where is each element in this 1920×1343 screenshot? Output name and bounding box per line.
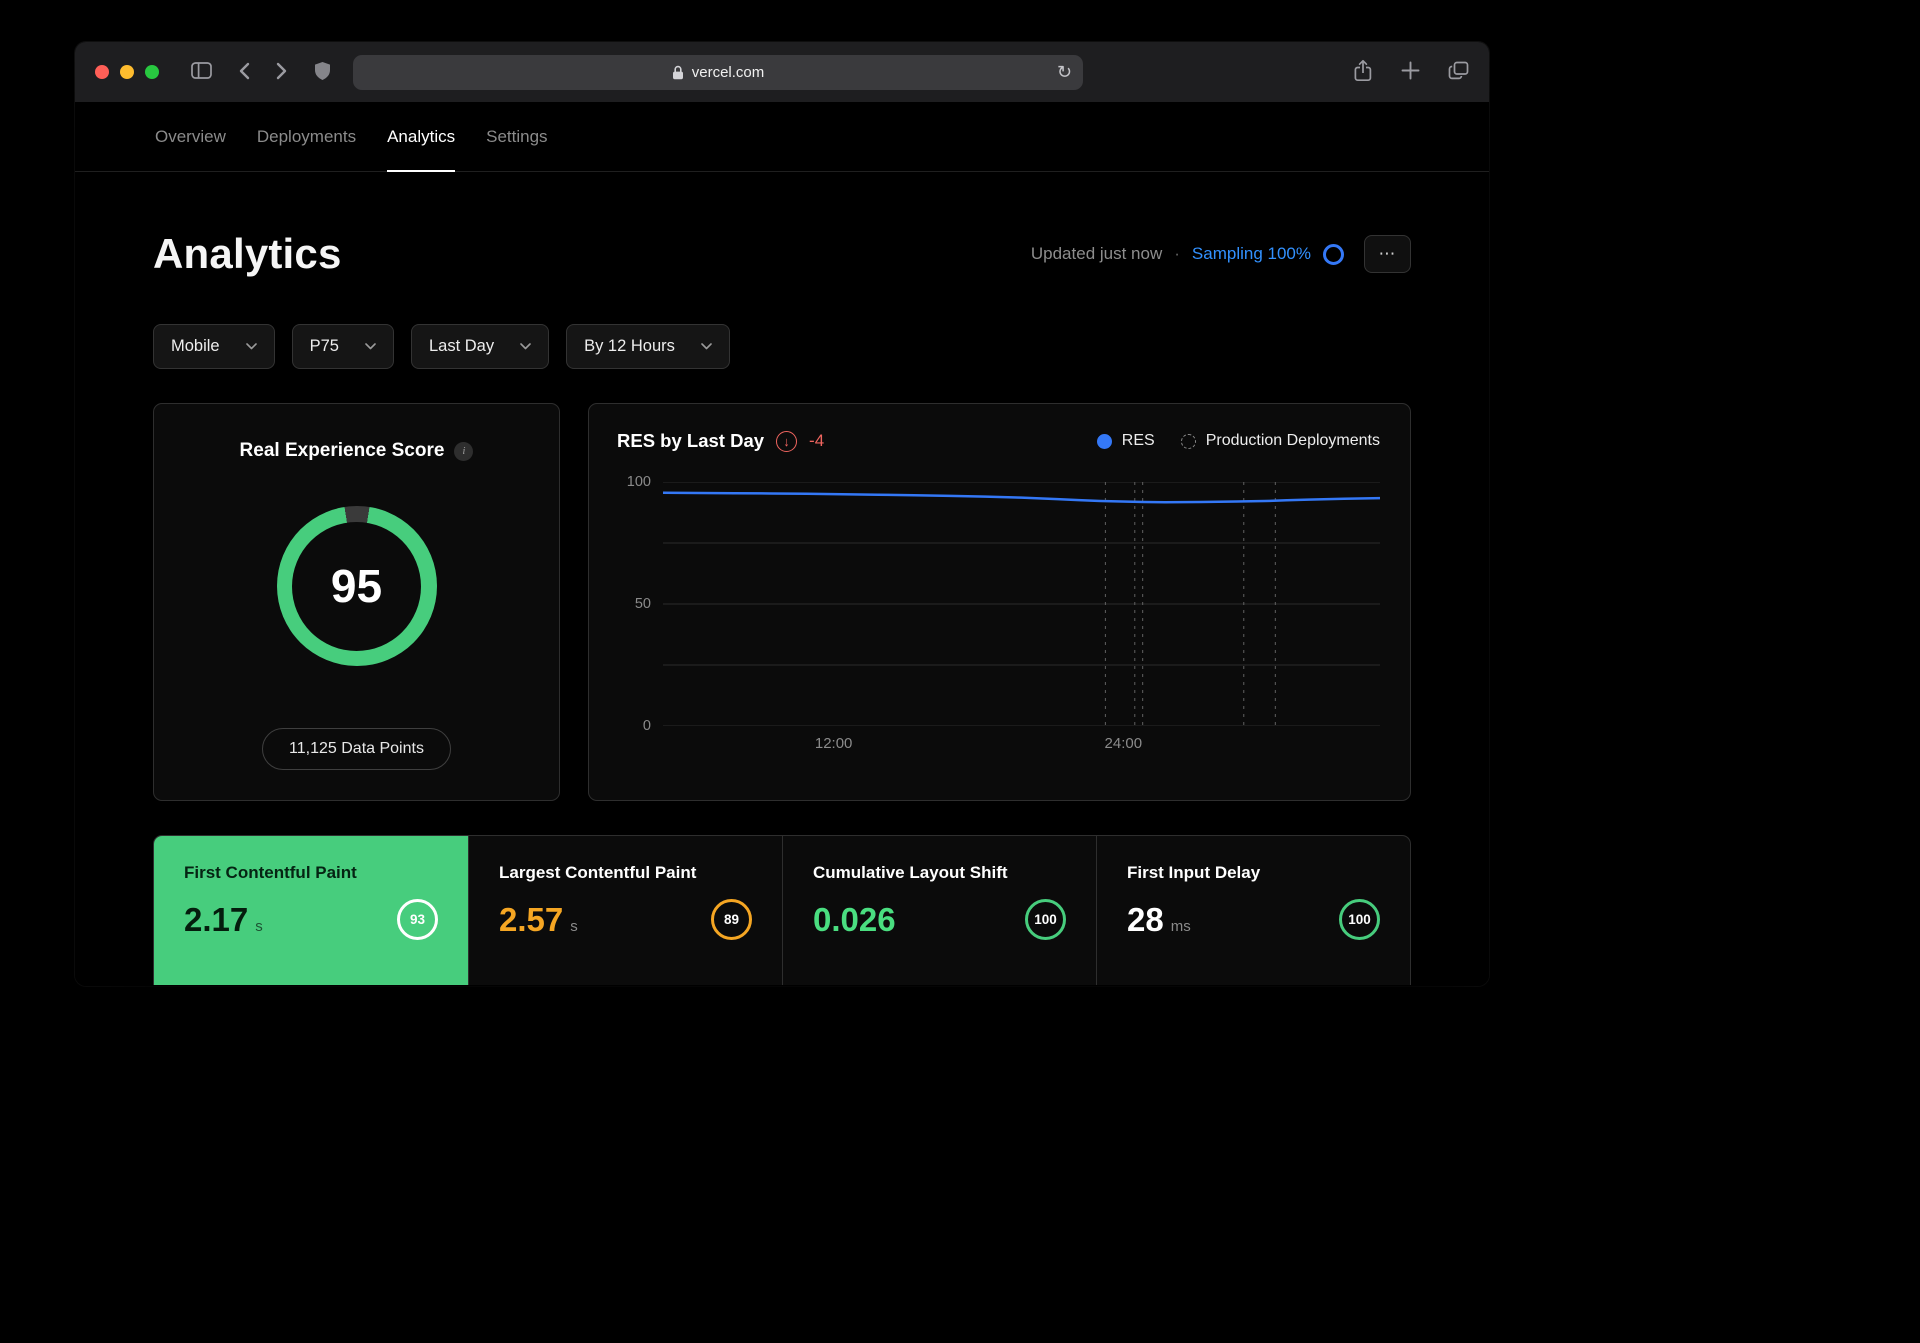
tab-deployments[interactable]: Deployments	[257, 102, 356, 171]
arrow-down-circle-icon: ↓	[776, 430, 798, 452]
chevron-down-icon	[701, 343, 712, 350]
separator-dot: ·	[1174, 244, 1180, 263]
info-icon[interactable]: i	[454, 441, 474, 461]
back-button[interactable]	[238, 62, 250, 83]
address-bar[interactable]: vercel.com ↻	[353, 54, 1083, 90]
zoom-window-button[interactable]	[145, 65, 159, 79]
sidebar-icon	[191, 62, 212, 82]
res-card-title: Real Experience Score	[239, 440, 445, 461]
metric-value: 0.026	[813, 900, 896, 938]
percentile-filter-dropdown[interactable]: P75	[291, 324, 394, 369]
page-body: Overview Deployments Analytics Settings …	[75, 102, 1489, 986]
tab-overview-button[interactable]	[1448, 61, 1469, 83]
metric-card-cumulative-layout-shift[interactable]: Cumulative Layout Shift 0.026 100	[782, 836, 1096, 985]
toolbar-right-icons	[1353, 59, 1469, 85]
res-chart-plot-area: 100 50 0 12:00 24:00	[617, 474, 1380, 752]
chevron-down-icon	[245, 343, 257, 350]
new-tab-button[interactable]	[1401, 61, 1420, 83]
metric-card-first-contentful-paint[interactable]: First Contentful Paint 2.17 s 93	[154, 836, 468, 985]
more-options-button[interactable]: ⋯	[1364, 235, 1411, 273]
metric-title: Largest Contentful Paint	[499, 863, 697, 882]
metric-score-badge: 100	[1025, 899, 1066, 940]
tab-overview[interactable]: Overview	[155, 102, 226, 171]
metric-score-badge: 100	[1339, 899, 1380, 940]
analytics-content: Analytics Updated just now · Sampling 10…	[75, 172, 1489, 985]
metric-title: First Contentful Paint	[184, 863, 357, 882]
metric-unit: s	[255, 917, 263, 935]
page-title: Analytics	[153, 230, 342, 277]
chevron-right-icon	[276, 62, 288, 83]
sampling-link[interactable]: Sampling 100%	[1192, 244, 1311, 264]
updated-status: Updated just now	[1030, 244, 1163, 263]
deployments-legend-dot-icon	[1180, 433, 1196, 449]
reload-button[interactable]: ↻	[1057, 63, 1072, 81]
res-chart-card: RES by Last Day ↓ -4 RES Production Depl…	[588, 403, 1411, 801]
res-legend-dot-icon	[1096, 433, 1112, 449]
metric-score-badge: 93	[397, 899, 438, 940]
url-text: vercel.com	[691, 63, 765, 81]
metric-unit: s	[570, 917, 578, 935]
browser-toolbar: vercel.com ↻	[75, 42, 1489, 102]
x-axis-tick: 12:00	[814, 735, 853, 752]
sidebar-toggle-button[interactable]	[191, 62, 212, 82]
date-range-filter-dropdown[interactable]: Last Day	[410, 324, 550, 369]
traffic-lights	[95, 65, 159, 79]
plus-icon	[1401, 61, 1420, 83]
minimize-window-button[interactable]	[120, 65, 134, 79]
metric-title: First Input Delay	[1127, 863, 1261, 882]
privacy-report-button[interactable]	[314, 61, 331, 84]
y-axis-tick: 0	[642, 718, 651, 734]
y-axis-tick: 50	[634, 596, 651, 612]
share-icon	[1353, 59, 1373, 85]
tabs-icon	[1448, 61, 1469, 83]
percentile-filter-value: P75	[309, 337, 339, 355]
tab-analytics[interactable]: Analytics	[387, 102, 456, 172]
filters-row: Mobile P75 Last Day By 12 Hours	[153, 324, 1411, 369]
res-score-gauge: 95	[276, 506, 437, 666]
forward-button[interactable]	[276, 62, 288, 83]
interval-filter-value: By 12 Hours	[584, 337, 675, 355]
legend-res-label: RES	[1121, 432, 1155, 449]
res-delta-value: -4	[809, 431, 825, 450]
tab-settings[interactable]: Settings	[486, 102, 547, 171]
lock-icon	[672, 65, 684, 80]
metric-value: 2.17	[184, 900, 249, 938]
chevron-down-icon	[365, 343, 376, 350]
data-points-pill: 11,125 Data Points	[262, 728, 451, 770]
site-nav: Overview Deployments Analytics Settings	[75, 102, 1489, 172]
close-window-button[interactable]	[95, 65, 109, 79]
chart-title: RES by Last Day	[617, 430, 765, 451]
res-score-value: 95	[330, 560, 383, 612]
metric-value: 28	[1127, 900, 1164, 938]
interval-filter-dropdown[interactable]: By 12 Hours	[566, 324, 730, 369]
chart-legend: RES Production Deployments	[1096, 432, 1380, 450]
share-button[interactable]	[1353, 59, 1373, 85]
metric-card-largest-contentful-paint[interactable]: Largest Contentful Paint 2.57 s 89	[468, 836, 782, 985]
web-vitals-row: First Contentful Paint 2.17 s 93 Largest…	[153, 835, 1411, 985]
metric-value: 2.57	[499, 900, 564, 938]
sampling-progress-ring	[1323, 243, 1344, 265]
shield-icon	[314, 61, 331, 84]
metric-card-first-input-delay[interactable]: First Input Delay 28 ms 100	[1096, 836, 1410, 985]
res-score-gauge-inner: 95	[292, 521, 421, 651]
chevron-down-icon	[520, 343, 531, 350]
metric-title: Cumulative Layout Shift	[813, 863, 1008, 882]
device-filter-dropdown[interactable]: Mobile	[153, 324, 275, 369]
x-axis-tick: 24:00	[1104, 735, 1143, 752]
device-filter-value: Mobile	[171, 337, 220, 355]
res-line-chart	[663, 482, 1380, 726]
metric-unit: ms	[1170, 917, 1191, 935]
legend-deployments-label: Production Deployments	[1205, 432, 1380, 449]
metric-score-badge: 89	[711, 899, 752, 940]
y-axis-tick: 100	[626, 474, 651, 490]
chevron-left-icon	[238, 62, 250, 83]
real-experience-score-card: Real Experience Score i 95 11,125 Data P…	[153, 403, 560, 801]
browser-window: vercel.com ↻ Overview Deployments Analyt…	[75, 42, 1489, 986]
date-range-filter-value: Last Day	[428, 337, 495, 355]
